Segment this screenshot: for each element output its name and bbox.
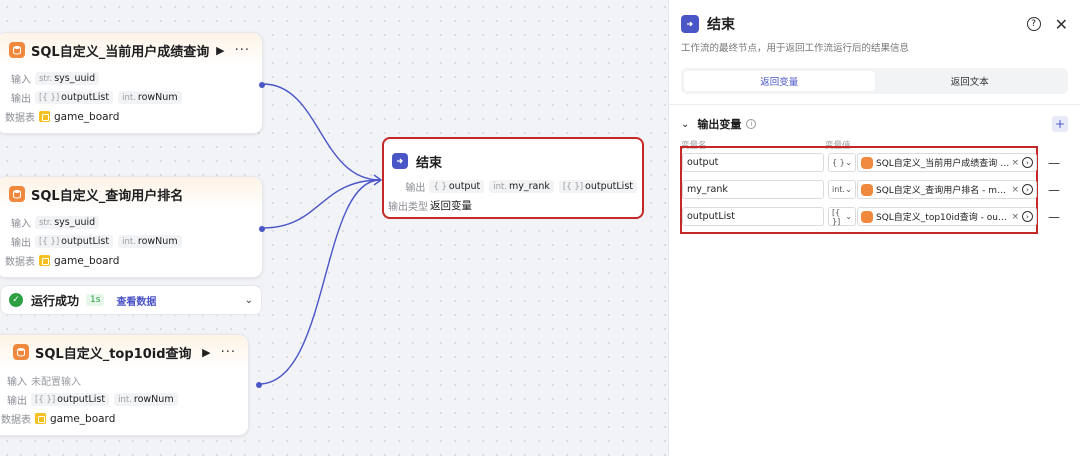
output-label: 输出	[11, 94, 31, 105]
chevron-down-icon: ⌄	[845, 158, 852, 167]
variable-name-input[interactable]: outputList	[682, 207, 824, 226]
variable-name-input[interactable]: output	[682, 153, 824, 172]
table-name: game_board	[50, 412, 116, 425]
input-label: 输入	[7, 377, 27, 388]
more-icon[interactable]: ···	[221, 345, 236, 360]
tab-return-text[interactable]: 返回文本	[875, 71, 1066, 91]
database-icon	[861, 156, 873, 169]
run-status-text: 运行成功	[31, 293, 80, 308]
database-icon	[9, 42, 25, 58]
table-label: 数据表	[5, 113, 35, 124]
add-variable-button[interactable]: +	[1052, 116, 1068, 132]
close-icon[interactable]: ✕	[1055, 15, 1068, 34]
output-port[interactable]	[256, 382, 262, 388]
divider	[669, 104, 1080, 105]
help-icon[interactable]: ?	[1026, 17, 1041, 31]
variable-row: my_rank int. ⌄ SQL自定义_查询用户排名 - my_r... × …	[682, 180, 1060, 199]
output-label: 输出	[7, 396, 27, 407]
clear-icon[interactable]: ×	[1011, 212, 1019, 222]
remove-variable-button[interactable]: —	[1048, 210, 1060, 224]
section-title: 输出变量	[697, 118, 742, 131]
input-tag: str. sys_uuid	[35, 72, 100, 85]
table-name: game_board	[54, 110, 120, 123]
database-icon	[13, 344, 29, 360]
output-type-value: 返回变量	[430, 200, 472, 212]
output-tag: [{ }] outputList	[35, 235, 114, 248]
play-icon[interactable]: ▶	[216, 44, 224, 57]
edge-3	[258, 179, 381, 385]
variable-ref-select[interactable]: SQL自定义_当前用户成绩查询 - o... × ›	[857, 153, 1037, 172]
node-title: SQL自定义_查询用户排名	[31, 188, 184, 204]
variable-name-input[interactable]: my_rank	[682, 180, 824, 199]
node-title: SQL自定义_当前用户成绩查询	[31, 44, 210, 60]
node-title: SQL自定义_top10id查询	[35, 346, 192, 362]
sql-node-user-rank[interactable]: SQL自定义_查询用户排名 输入 str. sys_uuid 输出 [{ }] ou…	[0, 176, 265, 278]
input-label: 输入	[11, 75, 31, 86]
variable-type-select[interactable]: [{ }] ⌄	[828, 207, 856, 226]
reference-icon[interactable]: ›	[1022, 157, 1033, 168]
output-tag: { } output	[429, 180, 485, 193]
end-icon	[392, 153, 408, 169]
chevron-down-icon: ⌄	[845, 212, 852, 221]
info-icon[interactable]: i	[746, 119, 757, 129]
end-node-title: 结束	[416, 155, 443, 171]
edge-1	[262, 83, 381, 181]
output-tag: int. rowNum	[118, 91, 182, 104]
clear-icon[interactable]: ×	[1011, 185, 1019, 195]
output-tag: int. rowNum	[118, 235, 182, 248]
output-label: 输出	[11, 238, 31, 249]
workflow-canvas[interactable]: SQL自定义_当前用户成绩查询 ▶ ··· 输入 str. sys_uuid 输出…	[0, 0, 668, 456]
remove-variable-button[interactable]: —	[1048, 183, 1060, 197]
view-data-link[interactable]: 查看数据	[116, 293, 156, 308]
clear-icon[interactable]: ×	[1011, 158, 1019, 168]
variable-ref-select[interactable]: SQL自定义_top10id查询 - output... × ›	[857, 207, 1037, 226]
table-icon	[39, 111, 50, 122]
end-node[interactable]: 结束 输出 { } output int. my_rank [{ }] outputL…	[382, 137, 644, 219]
run-status-bar[interactable]: ✓ 运行成功 1s 查看数据 ⌄	[0, 285, 262, 315]
table-label: 数据表	[1, 415, 31, 426]
variable-ref-select[interactable]: SQL自定义_查询用户排名 - my_r... × ›	[857, 180, 1037, 199]
sql-node-current-user-score[interactable]: SQL自定义_当前用户成绩查询 ▶ ··· 输入 str. sys_uuid 输出…	[0, 32, 265, 134]
variable-row: outputList [{ }] ⌄ SQL自定义_top10id查询 - out…	[682, 207, 1060, 226]
reference-icon[interactable]: ›	[1022, 184, 1033, 195]
end-icon	[681, 15, 699, 33]
output-port[interactable]	[259, 226, 265, 232]
duration-badge: 1s	[86, 294, 105, 306]
table-icon	[35, 413, 46, 424]
chevron-down-icon[interactable]: ⌄	[681, 119, 689, 130]
return-mode-tabs: 返回变量 返回文本	[681, 68, 1068, 94]
input-tag: str. sys_uuid	[35, 216, 100, 229]
chevron-down-icon: ⌄	[845, 185, 852, 194]
output-port[interactable]	[259, 82, 265, 88]
variable-type-select[interactable]: { } ⌄	[828, 153, 856, 172]
output-tag: [{ }] outputList	[558, 180, 637, 193]
table-icon	[39, 255, 50, 266]
input-label: 输入	[11, 219, 31, 230]
check-circle-icon: ✓	[9, 293, 23, 307]
sql-node-top10id[interactable]: SQL自定义_top10id查询 ▶ ··· 输入 未配置输入 输出 [{ }]…	[0, 334, 262, 436]
reference-icon[interactable]: ›	[1022, 211, 1033, 222]
panel-title: 结束	[707, 17, 735, 33]
output-type-label: 输出类型	[388, 202, 428, 213]
database-icon	[9, 186, 25, 202]
play-icon[interactable]: ▶	[202, 346, 210, 359]
panel-description: 工作流的最终节点，用于返回工作流运行后的结果信息	[681, 43, 910, 54]
input-empty-text: 未配置输入	[31, 377, 81, 388]
output-variables-list: output { } ⌄ SQL自定义_当前用户成绩查询 - o... × › —…	[680, 146, 1060, 234]
output-tag: [{ }] outputList	[35, 91, 114, 104]
table-name: game_board	[54, 254, 120, 267]
chevron-down-icon[interactable]: ⌄	[245, 295, 253, 306]
more-icon[interactable]: ···	[235, 43, 250, 58]
variable-row: output { } ⌄ SQL自定义_当前用户成绩查询 - o... × › —	[682, 153, 1060, 172]
database-icon	[861, 210, 873, 223]
output-tag: int. rowNum	[114, 393, 178, 406]
remove-variable-button[interactable]: —	[1048, 156, 1060, 170]
output-tag: [{ }] outputList	[31, 393, 110, 406]
database-icon	[861, 183, 873, 196]
output-label: 输出	[405, 183, 426, 194]
table-label: 数据表	[5, 257, 35, 268]
tab-return-variable[interactable]: 返回变量	[684, 71, 875, 91]
output-tag: int. my_rank	[489, 180, 554, 193]
variable-type-select[interactable]: int. ⌄	[828, 180, 856, 199]
